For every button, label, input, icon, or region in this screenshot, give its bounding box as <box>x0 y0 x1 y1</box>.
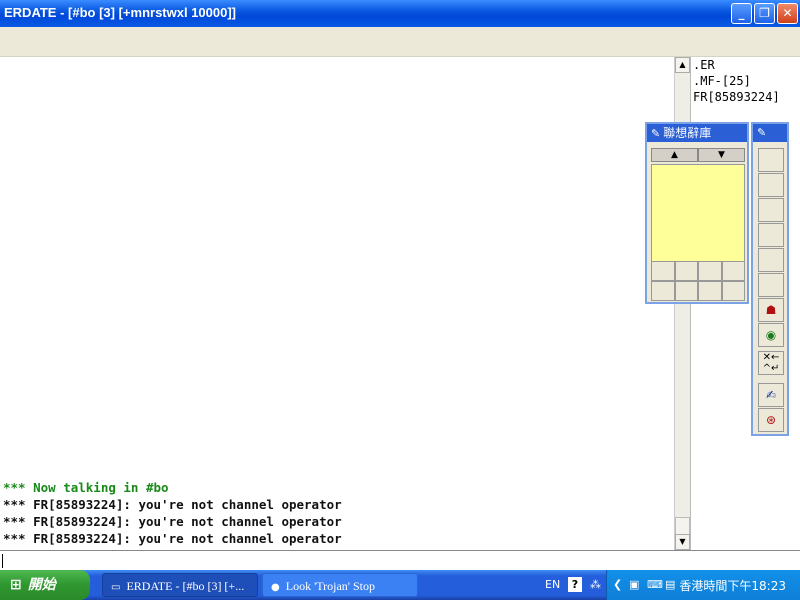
ime-cell[interactable] <box>721 261 745 281</box>
task-label: ERDATE - [#bo [3] [+... <box>126 579 245 593</box>
taskbar: ⊞ 開始 ▭ ERDATE - [#bo [3] [+... ● Look 'Troj… <box>0 570 800 600</box>
chat-pane[interactable]: *** Now talking in #bo *** FR[85893224]:… <box>0 57 674 550</box>
start-label: 開始 <box>27 577 56 593</box>
minimize-button[interactable]: _ <box>731 3 752 24</box>
system-tray: ❮ ▣ ⌨ ▤ 香港時間下午18:23 <box>606 570 800 600</box>
pen-write-icon[interactable]: ✍ <box>758 383 784 407</box>
text-caret <box>2 554 3 568</box>
ime-page-down-button[interactable]: ▼ <box>698 148 745 162</box>
taskbar-item-look[interactable]: ● Look 'Trojan' Stop <box>262 573 418 597</box>
pen-icon: ✎ <box>651 127 661 140</box>
nick-item[interactable]: .ER <box>691 57 800 73</box>
screen: ERDATE - [#bo [3] [+mnrstwxl 10000]] _ ❐… <box>0 0 800 600</box>
title-bar[interactable]: ERDATE - [#bo [3] [+mnrstwxl 10000]] _ ❐… <box>0 0 800 27</box>
ime-cell[interactable] <box>721 281 745 301</box>
keyboard-icon[interactable]: ⌨ <box>647 578 663 591</box>
tool-slot[interactable] <box>758 173 784 197</box>
tray-expand-icon[interactable]: ❮ <box>613 578 622 591</box>
scroll-up-icon[interactable]: ▲ <box>675 57 690 73</box>
scroll-thumb[interactable] <box>675 517 690 535</box>
chat-lines: *** Now talking in #bo *** FR[85893224]:… <box>3 479 342 547</box>
tool-slot[interactable] <box>758 273 784 297</box>
tool-slot[interactable] <box>758 148 784 172</box>
chat-line: *** FR[85893224]: you're not channel ope… <box>3 531 342 546</box>
ime-panel-title: 聯想辭庫 <box>663 126 712 140</box>
tool-slot[interactable] <box>758 223 784 247</box>
scroll-down-icon[interactable]: ▼ <box>675 534 690 550</box>
start-button[interactable]: ⊞ 開始 <box>0 570 90 600</box>
message-input[interactable] <box>0 550 800 570</box>
ime-phrase-panel[interactable]: ✎ 聯想辭庫 ▲ ▼ <box>645 122 749 304</box>
arrow-keys-icon[interactable]: ✕← ^↵ <box>758 351 784 375</box>
maximize-button[interactable]: ❐ <box>754 3 775 24</box>
ime-panel-header[interactable]: ✎ 聯想辭庫 <box>647 124 747 142</box>
menu-bar <box>0 27 800 57</box>
ime-page-up-button[interactable]: ▲ <box>651 148 698 162</box>
ime-cell[interactable] <box>674 261 698 281</box>
chat-line: *** FR[85893224]: you're not channel ope… <box>3 497 342 512</box>
ime-cell[interactable] <box>698 281 722 301</box>
ime-help-icon[interactable]: ? <box>568 577 582 592</box>
window-title: ERDATE - [#bo [3] [+mnrstwxl 10000]] <box>4 5 237 20</box>
ime-page-nav: ▲ ▼ <box>651 148 745 162</box>
nick-item[interactable]: .MF-[25] <box>691 73 800 89</box>
nick-item[interactable]: FR[85893224] <box>691 89 800 105</box>
ime-cell[interactable] <box>651 261 675 281</box>
chat-line: *** Now talking in #bo <box>3 480 169 495</box>
ime-cell[interactable] <box>674 281 698 301</box>
task-label: Look 'Trojan' Stop <box>285 579 375 593</box>
ime-toolbar-header[interactable]: ✎ <box>753 124 787 142</box>
tool-slot[interactable] <box>758 248 784 272</box>
browser-icon: ● <box>271 582 280 593</box>
close-button[interactable]: ✕ <box>777 3 798 24</box>
ime-candidate-area[interactable] <box>651 164 745 262</box>
language-indicator[interactable]: EN <box>545 578 560 591</box>
ghost-icon[interactable]: ☗ <box>758 298 784 322</box>
windows-logo-icon: ⊞ <box>10 577 22 593</box>
globe-icon[interactable]: ◉ <box>758 323 784 347</box>
pen-icon: ✎ <box>757 126 767 139</box>
network-icon[interactable]: ▣ <box>629 578 639 591</box>
ime-candidate-grid <box>651 261 745 301</box>
window-icon: ▭ <box>111 582 121 593</box>
chat-line: *** FR[85893224]: you're not channel ope… <box>3 514 342 529</box>
ime-toolbar[interactable]: ✎ ☗ ◉ ✕← ^↵ ✍ ⊛ <box>751 122 789 436</box>
ime-options-icon[interactable]: ⁂ <box>590 578 601 591</box>
help-ring-icon[interactable]: ⊛ <box>758 408 784 432</box>
chat-tray-icon[interactable]: ▤ <box>665 578 675 591</box>
ime-cell[interactable] <box>698 261 722 281</box>
clock: 香港時間下午18:23 <box>679 579 786 593</box>
tool-slot[interactable] <box>758 198 784 222</box>
ime-cell[interactable] <box>651 281 675 301</box>
taskbar-item-erdate[interactable]: ▭ ERDATE - [#bo [3] [+... <box>102 573 258 597</box>
